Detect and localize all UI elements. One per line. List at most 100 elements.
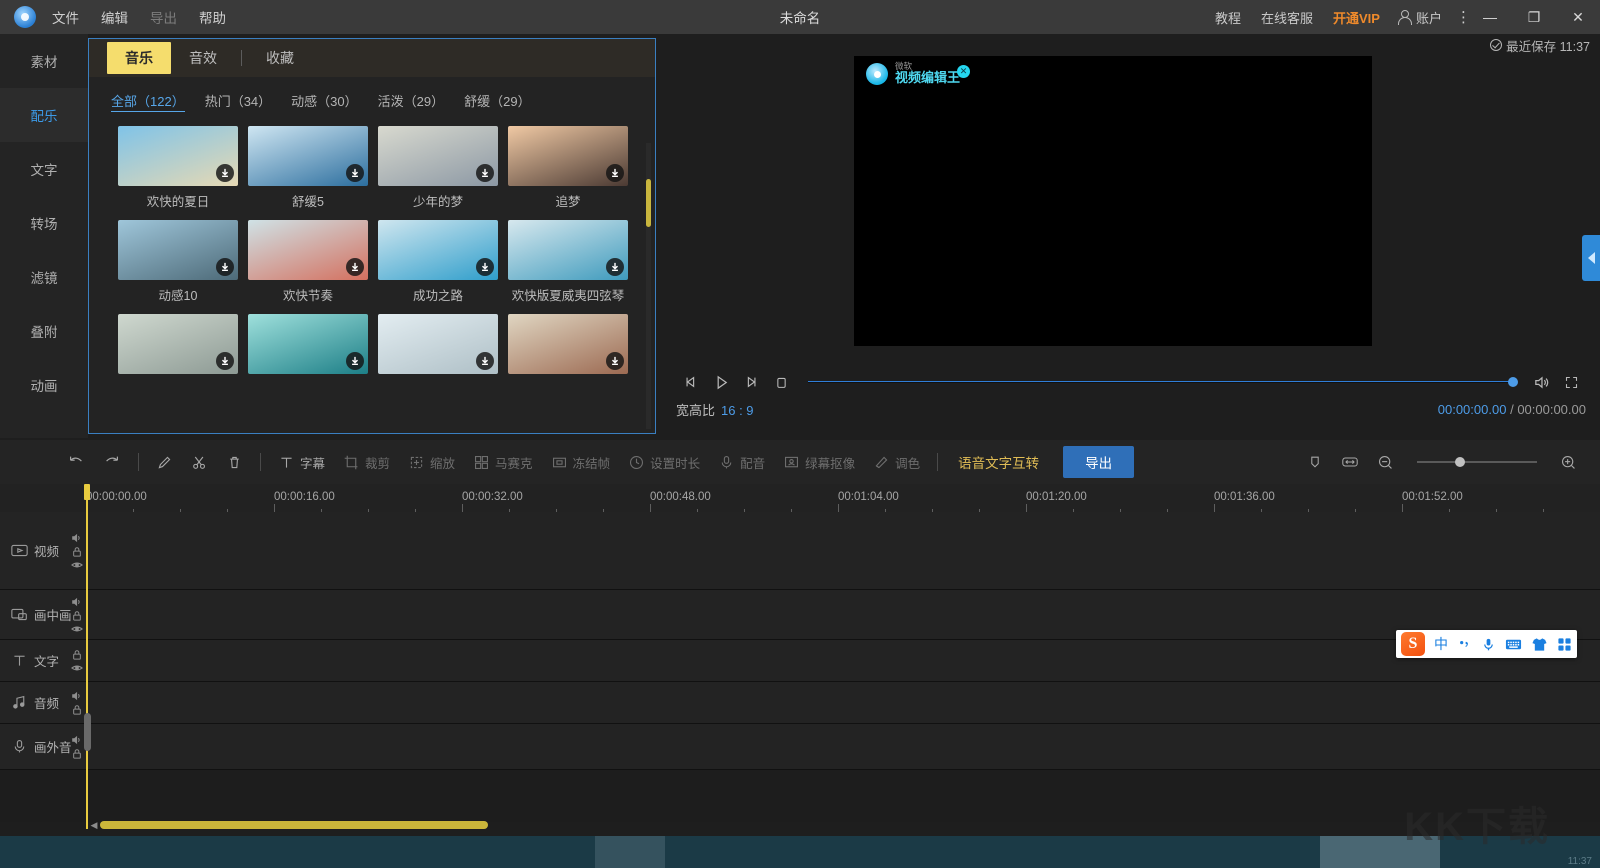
playback-seek-slider[interactable] [808,369,1514,395]
track-controls[interactable] [71,690,83,715]
track-controls[interactable] [71,532,83,569]
stop-button[interactable] [766,369,796,395]
next-frame-button[interactable] [736,369,766,395]
open-vip-link[interactable]: 开通VIP [1323,8,1390,27]
sidebar-item-media[interactable]: 素材 [0,34,88,88]
color-adjust-button[interactable]: 调色 [864,440,929,484]
keyboard-icon[interactable] [1505,637,1522,651]
sidebar-item-overlay[interactable]: 叠附 [0,304,88,358]
download-icon[interactable] [216,352,234,370]
filter-hot[interactable]: 热门（34） [205,91,271,112]
account-button[interactable]: 账户 [1390,8,1450,27]
download-icon[interactable] [606,164,624,182]
export-button[interactable]: 导出 [1063,446,1134,478]
volume-icon[interactable] [1526,369,1556,395]
punctuation-icon[interactable] [1457,637,1472,652]
music-thumbnail[interactable] [508,314,628,374]
microphone-icon[interactable] [1481,637,1496,652]
filter-dynamic[interactable]: 动感（30） [291,91,357,112]
freeze-frame-button[interactable]: 冻结帧 [542,440,620,484]
panel-scrollbar[interactable] [646,143,651,429]
delete-button[interactable] [217,440,252,484]
ime-mode-chinese[interactable]: 中 [1434,634,1448,654]
maximize-button[interactable]: ❐ [1512,0,1556,34]
timeline-scroll-thumb[interactable] [100,821,488,829]
track-controls[interactable] [71,649,83,672]
music-card[interactable]: 欢快节奏 [248,220,368,304]
chroma-key-button[interactable]: 绿幕抠像 [774,440,864,484]
sidebar-item-transition[interactable]: 转场 [0,196,88,250]
download-icon[interactable] [476,164,494,182]
music-card[interactable]: 少年的梦 [378,126,498,210]
playhead-handle[interactable] [84,484,90,500]
music-card[interactable]: 欢快的夏日 [118,126,238,210]
music-card[interactable]: 成功之路 [378,220,498,304]
zoom-slider-knob[interactable] [1455,457,1465,467]
menu-item-help[interactable]: 帮助 [199,7,226,27]
mosaic-button[interactable]: 马赛克 [464,440,542,484]
download-icon[interactable] [476,258,494,276]
zoom-out-icon[interactable] [1368,440,1403,484]
music-card[interactable] [508,314,628,379]
music-thumbnail[interactable] [378,314,498,374]
music-thumbnail[interactable] [248,220,368,280]
taskbar-active-item[interactable] [595,836,665,868]
prev-frame-button[interactable] [676,369,706,395]
track-audio[interactable]: 音频 [0,682,1600,724]
zoom-slider[interactable] [1417,461,1537,463]
track-video[interactable]: 视频 [0,512,1600,590]
online-service-link[interactable]: 在线客服 [1251,8,1323,27]
download-icon[interactable] [216,258,234,276]
sogou-logo-icon[interactable]: S [1401,632,1425,656]
side-flyout-tab[interactable] [1582,235,1600,281]
panel-scrollbar-thumb[interactable] [646,179,651,227]
timeline-ruler[interactable]: 00:00:00.0000:00:16.0000:00:32.0000:00:4… [0,484,1600,512]
sidebar-item-animation[interactable]: 动画 [0,358,88,412]
sidebar-item-filter[interactable]: 滤镜 [0,250,88,304]
dubbing-button[interactable]: 配音 [709,440,774,484]
track-panel-resize-grip[interactable] [84,713,91,751]
track-body-voiceover[interactable] [88,724,1600,769]
music-card[interactable]: 舒缓5 [248,126,368,210]
tab-music[interactable]: 音乐 [107,42,171,74]
fit-width-icon[interactable] [1332,440,1368,484]
download-icon[interactable] [346,352,364,370]
track-text[interactable]: 文字 [0,640,1600,682]
music-card[interactable]: 欢快版夏威夷四弦琴 [508,220,628,304]
tab-sound-effects[interactable]: 音效 [171,42,235,74]
play-button[interactable] [706,369,736,395]
apps-icon[interactable] [1557,637,1572,652]
timeline-horizontal-scrollbar[interactable]: ◀ [88,816,1588,834]
music-thumbnail[interactable] [118,126,238,186]
track-pip[interactable]: 画中画 [0,590,1600,640]
voice-text-convert-button[interactable]: 语音文字互转 [946,452,1051,472]
music-thumbnail[interactable] [248,126,368,186]
music-card[interactable]: 追梦 [508,126,628,210]
download-icon[interactable] [216,164,234,182]
menu-item-file[interactable]: 文件 [52,7,79,27]
edit-pencil-button[interactable] [147,440,182,484]
download-icon[interactable] [476,352,494,370]
filter-lively[interactable]: 活泼（29） [378,91,444,112]
menu-item-export[interactable]: 导出 [150,7,177,27]
duration-button[interactable]: 设置时长 [619,440,709,484]
music-thumbnail[interactable] [248,314,368,374]
video-preview[interactable]: 微软 视频编辑王 ✕ [854,56,1372,346]
timeline-playhead[interactable] [86,484,88,829]
seek-knob[interactable] [1508,377,1518,387]
filter-all[interactable]: 全部（122） [111,91,185,112]
fullscreen-icon[interactable] [1556,369,1586,395]
track-body-text[interactable] [88,640,1600,681]
filter-soothing[interactable]: 舒缓（29） [464,91,530,112]
zoom-in-icon[interactable] [1551,440,1586,484]
scroll-left-arrow-icon[interactable]: ◀ [88,820,100,831]
track-controls[interactable] [71,596,83,633]
music-thumbnail[interactable] [378,126,498,186]
sidebar-item-text[interactable]: 文字 [0,142,88,196]
music-card[interactable]: 动感10 [118,220,238,304]
watermark-close-icon[interactable]: ✕ [957,65,970,78]
cut-button[interactable] [182,440,217,484]
music-thumbnail[interactable] [508,220,628,280]
track-body-audio[interactable] [88,682,1600,723]
download-icon[interactable] [346,258,364,276]
